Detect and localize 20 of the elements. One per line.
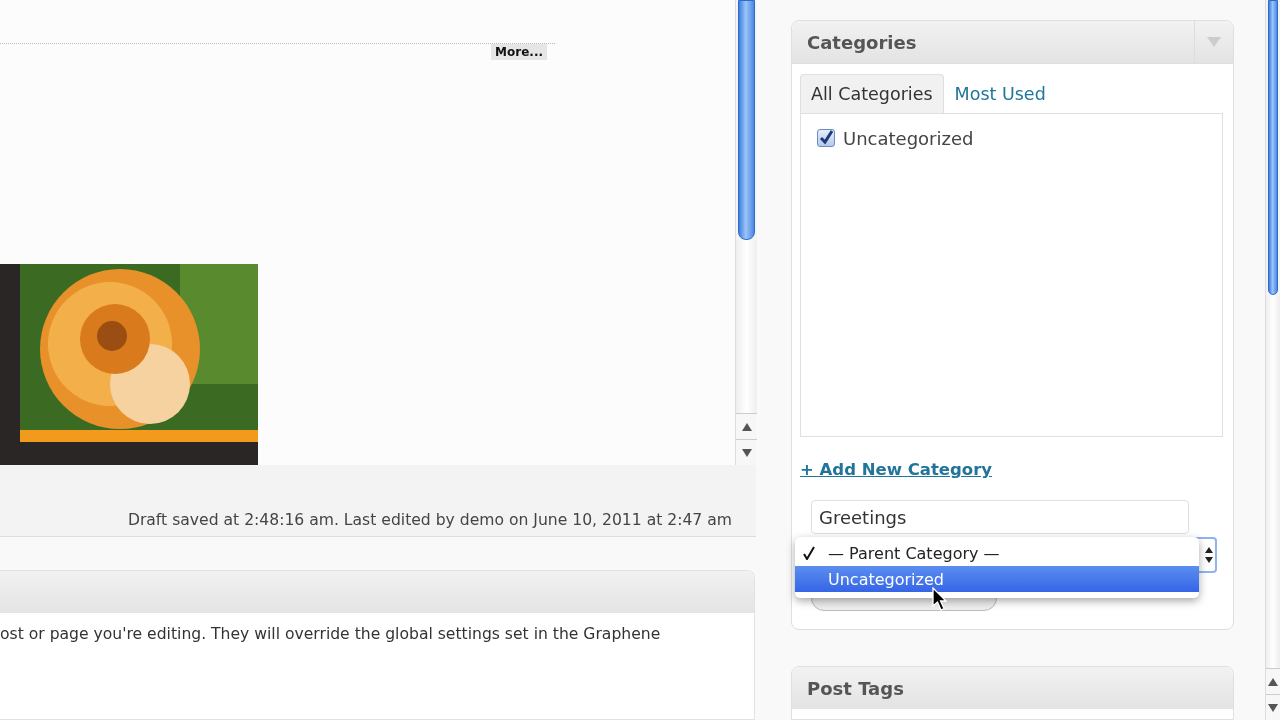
up-arrow-icon: [741, 422, 752, 431]
down-arrow-icon: [741, 448, 752, 457]
menu-option[interactable]: Uncategorized: [795, 566, 1199, 592]
panel-title: Post Tags: [807, 677, 904, 699]
menu-option[interactable]: — Parent Category —: [795, 540, 1199, 566]
scrollbar-thumb[interactable]: [1268, 0, 1278, 295]
tab[interactable]: Most Used: [943, 74, 1057, 113]
tab[interactable]: All Categories: [800, 74, 944, 113]
panel-description: ost or page you're editing. They will override the global settings set in the Graphene: [0, 625, 662, 643]
status-text: Draft saved at 2:48:16 am. Last edited by demo on June 10, 2011 at 2:47 am: [127, 511, 732, 529]
category-name-field[interactable]: Greetings: [811, 500, 1189, 534]
checkbox[interactable]: [817, 129, 835, 147]
add-category-link[interactable]: + Add New Category: [800, 460, 993, 479]
category-label: Uncategorized: [843, 127, 974, 149]
more-tag: More...: [491, 44, 547, 60]
panel-title: Categories: [807, 31, 917, 53]
up-down-arrows-icon: [1205, 546, 1213, 564]
scrollbar-thumb[interactable]: [738, 0, 755, 240]
down-arrow-icon: [1268, 703, 1278, 712]
up-arrow-icon: [1268, 677, 1278, 686]
